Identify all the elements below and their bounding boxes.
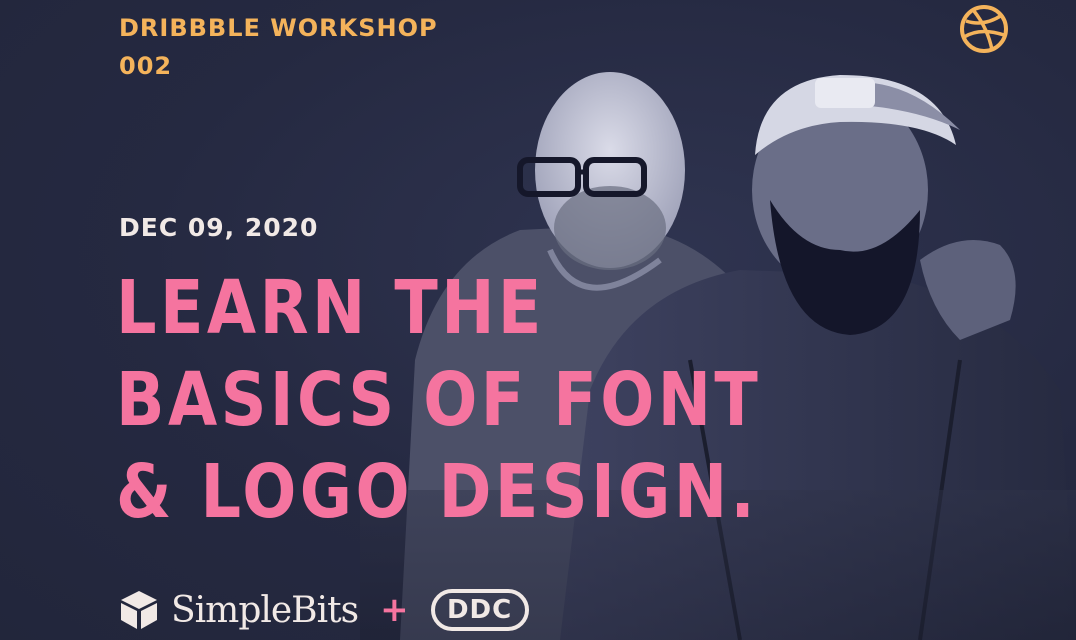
ddc-logo: DDC [430,589,529,631]
workshop-number: 002 [119,52,173,80]
workshop-title: DRIBBBLE WORKSHOP 002 [119,9,438,85]
dribbble-ball-icon [960,5,1008,53]
partner-logos: SimpleBits + DDC [119,586,529,634]
headline-line2: BASICS OF FONT [116,357,762,443]
simplebits-cube-icon [121,591,157,629]
ddc-logo-text: DDC [446,595,513,625]
headline: LEARN THE BASICS OF FONT & LOGO DESIGN. [116,262,761,538]
headline-line1: LEARN THE [116,265,545,351]
event-date: DEC 09, 2020 [119,213,319,242]
plus-sign: + [380,590,409,630]
headline-line3: & LOGO DESIGN. [116,449,759,535]
simplebits-logo: SimpleBits [171,589,359,631]
workshop-banner: DRIBBBLE WORKSHOP 002 DEC 09, 2020 LEARN… [0,0,1076,640]
workshop-title-line1: DRIBBBLE WORKSHOP [119,14,438,42]
